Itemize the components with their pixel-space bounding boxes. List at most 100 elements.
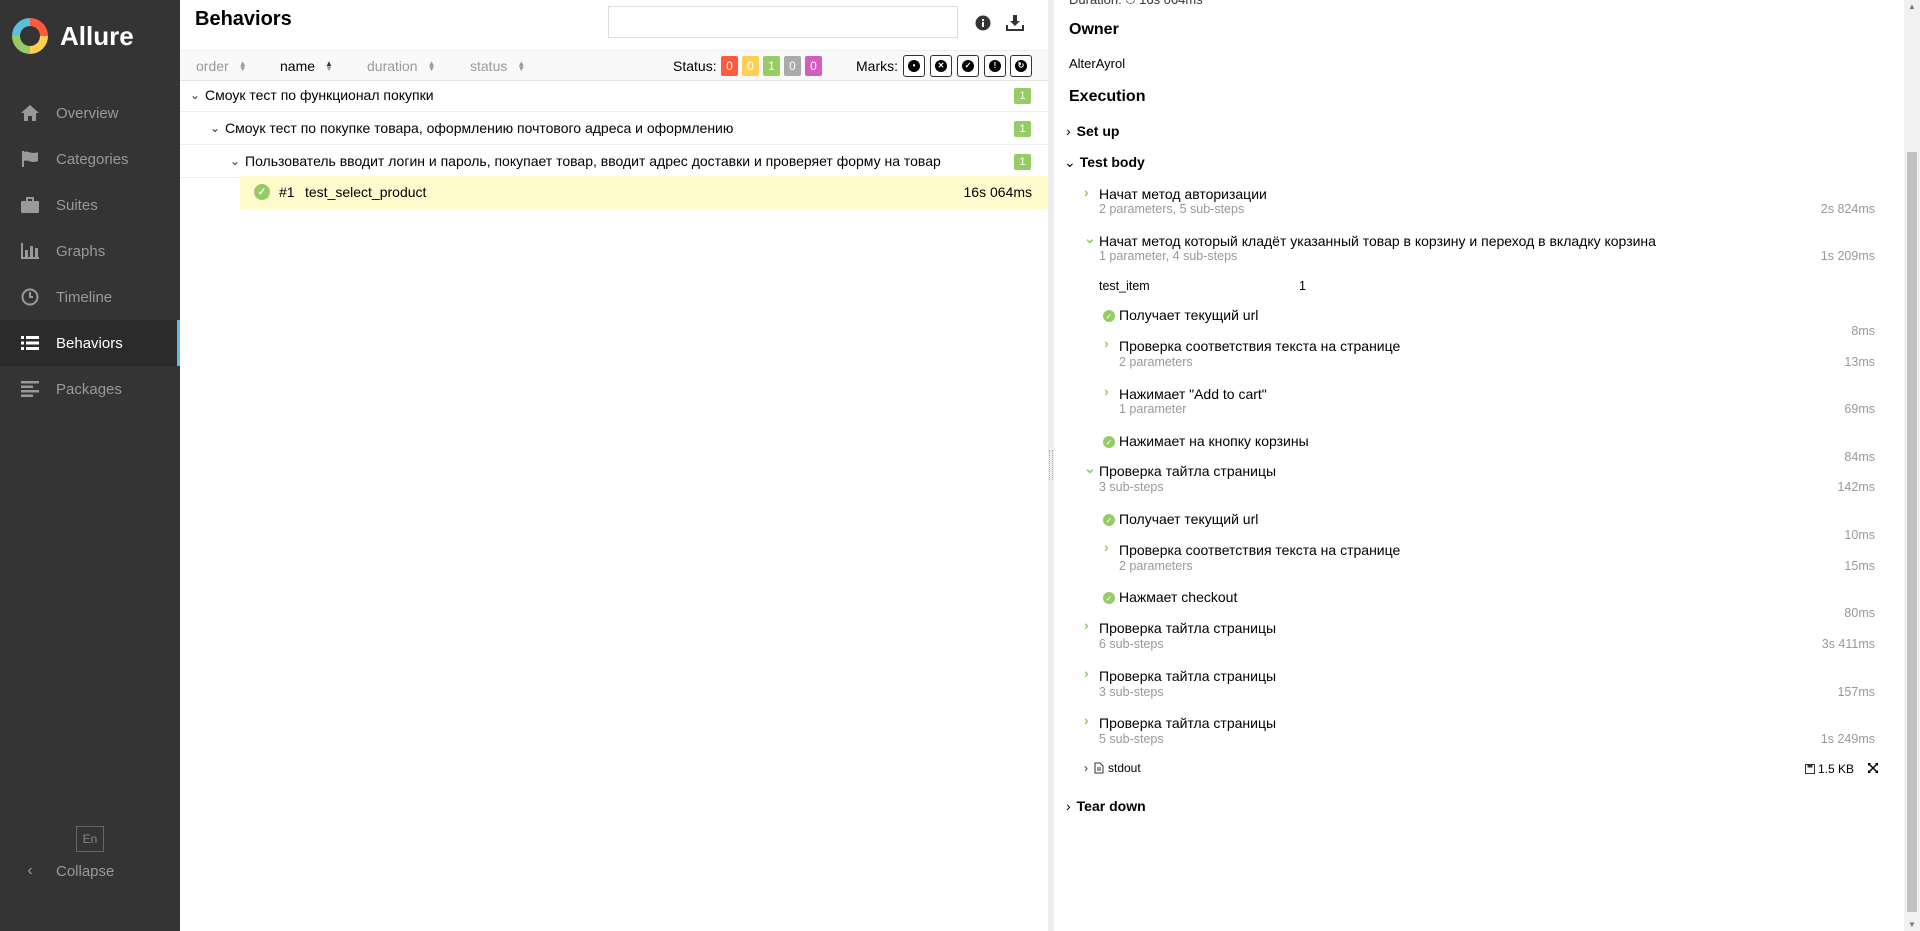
status-failed-toggle[interactable]: 0	[721, 56, 738, 76]
align-left-icon	[18, 378, 42, 400]
step-meta: 2 parameters	[1119, 559, 1193, 573]
chevron-down-icon: ⌄	[190, 88, 201, 102]
scroll-down-icon[interactable]: ▼	[1908, 920, 1916, 929]
status-broken-toggle[interactable]: 0	[742, 56, 759, 76]
exclamation-circle-icon: !	[989, 60, 1001, 72]
test-case-row[interactable]: ✓ #1 test_select_product 16s 064ms	[240, 176, 1048, 209]
sort-arrows-icon: ▲ ▼	[325, 59, 333, 73]
step-meta: 3 sub-steps	[1099, 685, 1164, 699]
tree-group-feature[interactable]: ⌄ Смоук тест по покупке товара, оформлен…	[180, 112, 1048, 145]
step-name[interactable]: Проверка соответствия текста на странице	[1119, 338, 1400, 354]
tear-down-section[interactable]: › Tear down	[1066, 798, 1146, 814]
step-name[interactable]: Начат метод авторизации	[1099, 186, 1267, 202]
tree-group-epic[interactable]: ⌄ Смоук тест по функционал покупки 1	[180, 79, 1048, 112]
step-expand-icon[interactable]: ›	[1084, 712, 1089, 728]
list-icon	[18, 332, 42, 354]
step-name[interactable]: Начат метод который кладёт указанный тов…	[1099, 233, 1656, 249]
info-icon[interactable]	[974, 14, 992, 32]
scrollbar-thumb[interactable]	[1907, 152, 1917, 912]
sidebar-item-graphs[interactable]: Graphs	[0, 228, 180, 274]
sidebar: Allure Overview Categories Suites Graphs	[0, 0, 180, 931]
step-expand-icon[interactable]: ›	[1104, 539, 1109, 555]
sidebar-item-label: Overview	[56, 104, 119, 122]
expand-icon[interactable]	[1867, 761, 1879, 777]
scroll-up-icon[interactable]: ▲	[1908, 2, 1916, 11]
step-name[interactable]: Проверка тайтла страницы	[1099, 620, 1276, 636]
tree-group-story[interactable]: ⌄ Пользователь вводит логин и пароль, по…	[180, 145, 1048, 178]
sort-name[interactable]: name ▲ ▼	[280, 58, 333, 74]
step-name[interactable]: Получает текущий url	[1119, 511, 1258, 527]
times-circle-icon: ✕	[935, 60, 947, 72]
status-unknown-toggle[interactable]: 0	[805, 56, 822, 76]
page-title: Behaviors	[195, 8, 292, 30]
step-duration: 8ms	[1851, 324, 1875, 338]
chevron-down-icon: ⌄	[230, 154, 241, 168]
step-expand-icon[interactable]: ›	[1084, 617, 1089, 633]
marks-filter-label: Marks:	[856, 58, 898, 74]
setup-section[interactable]: › Set up	[1066, 123, 1119, 139]
sort-bar: order ▲ ▼ name ▲ ▼ duration ▲ ▼ status ▲ ▼ S…	[180, 50, 1048, 81]
status-skipped-toggle[interactable]: 0	[784, 56, 801, 76]
step-name[interactable]: Проверка тайтла страницы	[1099, 715, 1276, 731]
attachment-name: stdout	[1108, 761, 1141, 775]
mark-retries-toggle[interactable]: ↻	[1010, 55, 1032, 77]
detail-scrollbar[interactable]: ▲ ▼	[1904, 0, 1920, 931]
file-text-icon	[1094, 762, 1104, 774]
step-name[interactable]: Нажмает checkout	[1119, 589, 1237, 605]
mark-new-passed-toggle[interactable]: ✓	[957, 55, 979, 77]
passed-count-badge: 1	[1014, 154, 1031, 170]
sidebar-item-timeline[interactable]: Timeline	[0, 274, 180, 320]
floppy-icon	[1804, 764, 1815, 774]
sidebar-item-categories[interactable]: Categories	[0, 136, 180, 182]
sidebar-item-packages[interactable]: Packages	[0, 366, 180, 412]
step-name[interactable]: Нажимает на кнопку корзины	[1119, 433, 1309, 449]
attachment-stdout[interactable]: › stdout	[1084, 761, 1141, 775]
sidebar-item-overview[interactable]: Overview	[0, 90, 180, 136]
sort-name-label: name	[280, 58, 316, 74]
step-collapse-icon[interactable]: ⌄	[1084, 460, 1096, 477]
sort-order[interactable]: order ▲ ▼	[196, 58, 247, 74]
mark-new-broken-toggle[interactable]: !	[984, 55, 1006, 77]
attachment-size-label: 1.5 KB	[1817, 762, 1854, 776]
flag-icon	[18, 148, 42, 170]
step-name[interactable]: Проверка тайтла страницы	[1099, 668, 1276, 684]
sort-duration-label: duration	[367, 58, 418, 74]
sort-status[interactable]: status ▲ ▼	[470, 58, 525, 74]
passed-count-badge: 1	[1014, 88, 1031, 104]
step-expand-icon[interactable]: ›	[1084, 184, 1089, 200]
passed-status-icon: ✓	[1103, 592, 1115, 604]
step-duration: 2s 824ms	[1820, 202, 1875, 216]
collapse-label: Collapse	[56, 862, 115, 880]
mark-flaky-toggle[interactable]: •	[903, 55, 925, 77]
step-duration: 80ms	[1844, 606, 1875, 620]
brand[interactable]: Allure	[0, 0, 180, 72]
step-meta: 2 parameters, 5 sub-steps	[1099, 202, 1245, 216]
test-body-section[interactable]: ⌄ Test body	[1064, 154, 1145, 171]
owner-heading: Owner	[1069, 21, 1119, 38]
sort-arrows-icon: ▲ ▼	[427, 59, 436, 73]
step-name[interactable]: Проверка тайтла страницы	[1099, 463, 1276, 479]
splitter-grip[interactable]	[1049, 450, 1053, 480]
step-name[interactable]: Нажимает "Add to cart"	[1119, 386, 1267, 402]
step-name[interactable]: Получает текущий url	[1119, 307, 1258, 323]
sort-status-label: status	[470, 58, 508, 74]
step-meta: 6 sub-steps	[1099, 637, 1164, 651]
download-icon[interactable]	[1006, 14, 1024, 32]
sidebar-item-behaviors[interactable]: Behaviors	[0, 320, 180, 366]
collapse-button[interactable]: ‹ Collapse	[18, 862, 114, 880]
search-input[interactable]	[608, 6, 958, 38]
chevron-left-icon: ‹	[27, 862, 33, 879]
step-collapse-icon[interactable]: ⌄	[1084, 230, 1096, 247]
app-title: Allure	[60, 20, 134, 51]
mark-new-failed-toggle[interactable]: ✕	[930, 55, 952, 77]
language-button[interactable]: En	[76, 826, 104, 852]
step-name[interactable]: Проверка соответствия текста на странице	[1119, 542, 1400, 558]
step-expand-icon[interactable]: ›	[1104, 335, 1109, 351]
step-expand-icon[interactable]: ›	[1104, 383, 1109, 399]
step-meta: 1 parameter, 4 sub-steps	[1099, 249, 1238, 263]
status-passed-toggle[interactable]: 1	[763, 56, 780, 76]
step-expand-icon[interactable]: ›	[1084, 665, 1089, 681]
sort-duration[interactable]: duration ▲ ▼	[367, 58, 436, 74]
sidebar-item-suites[interactable]: Suites	[0, 182, 180, 228]
step-duration: 1s 209ms	[1820, 249, 1875, 263]
